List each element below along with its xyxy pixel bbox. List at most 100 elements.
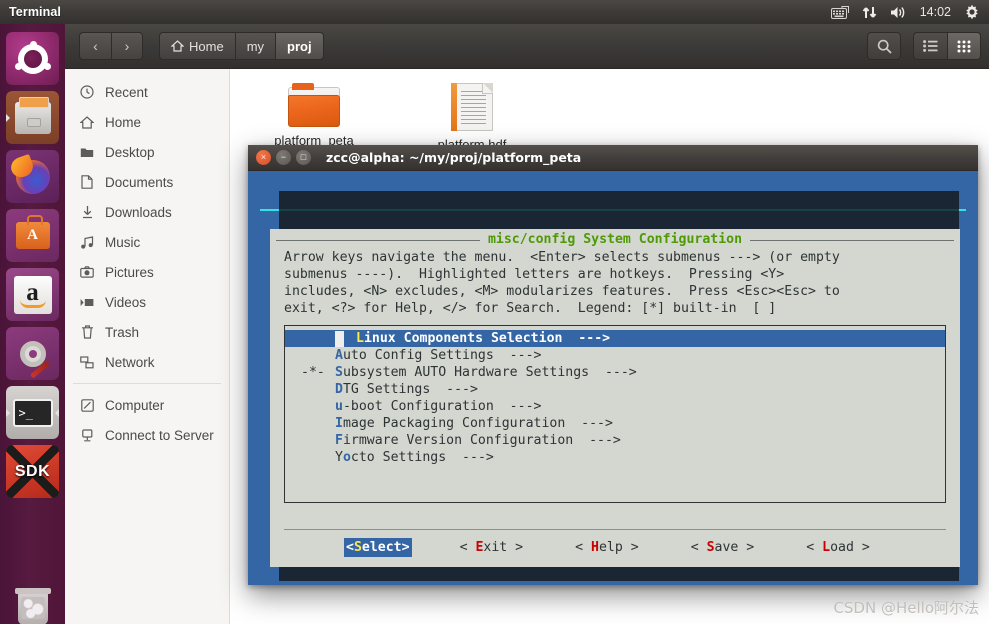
terminal-content[interactable]: misc/config System Configuration Arrow k… <box>248 171 978 585</box>
sidebar-item-pictures[interactable]: Pictures <box>65 257 229 287</box>
terminal-titlebar[interactable]: × − □ zcc@alpha: ~/my/proj/platform_peta <box>248 145 978 171</box>
button-hotkey: S <box>354 540 362 555</box>
menu-item-label: -boot Configuration ---> <box>343 398 542 415</box>
menu-item-auto-config-settings[interactable]: Auto Config Settings ---> <box>285 347 945 364</box>
sidebar-item-recent[interactable]: Recent <box>65 77 229 107</box>
menu-item-label: uto Config Settings ---> <box>343 347 542 364</box>
sidebar-item-label: Trash <box>105 325 139 340</box>
list-view-icon[interactable] <box>913 32 947 60</box>
home-icon <box>171 40 184 52</box>
running-pip-icon <box>6 409 10 417</box>
menu-item-hotkey: u <box>335 398 343 415</box>
menu-item-u-boot-configuration[interactable]: u-boot Configuration ---> <box>285 398 945 415</box>
file-item-platform-peta[interactable]: platform_peta <box>248 83 380 152</box>
view-toggle-group <box>913 32 981 60</box>
menuconfig-button-bar: <Select> < Exit > < Help > < Save > < Lo… <box>284 529 946 559</box>
volume-icon[interactable] <box>890 5 907 20</box>
sidebar-item-downloads[interactable]: Downloads <box>65 197 229 227</box>
search-icon[interactable] <box>867 32 901 60</box>
panel-clock[interactable]: 14:02 <box>920 5 951 19</box>
menu-item-label: inux Components Selection ---> <box>364 330 610 347</box>
file-item-platform-hdf[interactable]: platform.hdf <box>406 83 538 152</box>
launcher-item-ubuntu-dash[interactable] <box>6 32 59 85</box>
load-button[interactable]: < Load > <box>806 539 870 556</box>
maximize-icon[interactable]: □ <box>296 150 311 165</box>
unity-launcher: A a >_ SDK <box>0 24 65 624</box>
toolbar-right <box>867 32 981 60</box>
orange-bag-icon: A <box>6 209 59 262</box>
sidebar-divider <box>73 383 221 384</box>
select-button[interactable]: <Select> <box>344 538 412 557</box>
menu-item-linux-components-selection[interactable]: Linux Components Selection ---> <box>285 330 945 347</box>
launcher-item-firefox[interactable] <box>6 150 59 203</box>
launcher-item-terminal[interactable]: >_ <box>6 386 59 439</box>
keyboard-icon[interactable] <box>831 5 849 19</box>
file-manager-toolbar: ‹ › Home my proj <box>65 24 989 69</box>
sidebar-item-home[interactable]: Home <box>65 107 229 137</box>
sidebar-item-label: Documents <box>105 175 173 190</box>
minimize-icon[interactable]: − <box>276 150 291 165</box>
sidebar-item-network[interactable]: Network <box>65 347 229 377</box>
file-cabinet-icon <box>6 91 59 144</box>
ubuntu-logo-icon <box>6 32 59 85</box>
breadcrumb-label: Home <box>189 39 224 54</box>
network-updown-icon[interactable] <box>862 5 877 20</box>
sidebar-item-documents[interactable]: Documents <box>65 167 229 197</box>
launcher-item-system-settings[interactable] <box>6 327 59 380</box>
button-hotkey: S <box>707 540 715 555</box>
menu-item-label-pre: Y <box>335 449 343 466</box>
sidebar-item-desktop[interactable]: Desktop <box>65 137 229 167</box>
menu-item-hotkey: L <box>356 330 364 347</box>
menu-item-hotkey: S <box>335 364 343 381</box>
sidebar-item-computer[interactable]: Computer <box>65 390 229 420</box>
breadcrumb-item-my[interactable]: my <box>235 32 275 60</box>
breadcrumb-item-home[interactable]: Home <box>159 32 235 60</box>
sidebar-item-label: Videos <box>105 295 146 310</box>
launcher-item-software-center[interactable]: A <box>6 209 59 262</box>
document-icon <box>451 83 493 131</box>
launcher-item-sdk[interactable]: SDK <box>6 445 59 498</box>
breadcrumb-label: my <box>247 39 264 54</box>
running-pip-icon <box>6 114 10 122</box>
menu-item-hotkey: I <box>335 415 343 432</box>
server-icon <box>79 427 95 443</box>
download-icon <box>79 204 95 220</box>
gear-icon[interactable] <box>964 4 980 20</box>
desktop-screen: Terminal <box>0 0 989 624</box>
launcher-item-files[interactable] <box>6 91 59 144</box>
menuconfig-help-text: Arrow keys navigate the menu. <Enter> se… <box>270 249 960 317</box>
navigation-buttons: ‹ › <box>79 32 143 60</box>
menu-item-hotkey: A <box>335 347 343 364</box>
menu-item-image-packaging-configuration[interactable]: Image Packaging Configuration ---> <box>285 415 945 432</box>
help-button[interactable]: < Help > <box>575 539 639 556</box>
back-button[interactable]: ‹ <box>79 32 111 60</box>
sidebar-item-trash[interactable]: Trash <box>65 317 229 347</box>
close-icon[interactable]: × <box>256 150 271 165</box>
menuconfig-list[interactable]: Linux Components Selection ---> Auto Con… <box>284 325 946 503</box>
menu-item-firmware-version-configuration[interactable]: Firmware Version Configuration ---> <box>285 432 945 449</box>
save-button[interactable]: < Save > <box>691 539 755 556</box>
launcher-item-amazon[interactable]: a <box>6 268 59 321</box>
file-grid-row: platform_peta platform.hdf <box>230 83 989 152</box>
terminal-icon: >_ <box>6 386 59 439</box>
sidebar-item-label: Computer <box>105 398 164 413</box>
launcher-item-trash[interactable] <box>6 582 59 624</box>
sidebar-item-music[interactable]: Music <box>65 227 229 257</box>
panel-app-title[interactable]: Terminal <box>9 5 61 19</box>
button-hotkey: L <box>822 540 830 555</box>
button-label: oad <box>830 540 862 555</box>
breadcrumb-item-proj[interactable]: proj <box>275 32 324 60</box>
menu-item-subsystem-auto-hardware-settings[interactable]: -*-Subsystem AUTO Hardware Settings ---> <box>285 364 945 381</box>
top-panel: Terminal <box>0 0 989 24</box>
bracket-close: > <box>631 540 639 555</box>
grid-view-icon[interactable] <box>947 32 981 60</box>
exit-button[interactable]: < Exit > <box>460 539 524 556</box>
menu-item-yocto-settings[interactable]: Yocto Settings ---> <box>285 449 945 466</box>
bracket-open: < <box>575 540 591 555</box>
sidebar-item-connect-to-server[interactable]: Connect to Server <box>65 420 229 450</box>
video-icon <box>79 294 95 310</box>
sidebar-item-videos[interactable]: Videos <box>65 287 229 317</box>
menu-item-dtg-settings[interactable]: DTG Settings ---> <box>285 381 945 398</box>
bracket-open: < <box>806 540 822 555</box>
forward-button[interactable]: › <box>111 32 143 60</box>
